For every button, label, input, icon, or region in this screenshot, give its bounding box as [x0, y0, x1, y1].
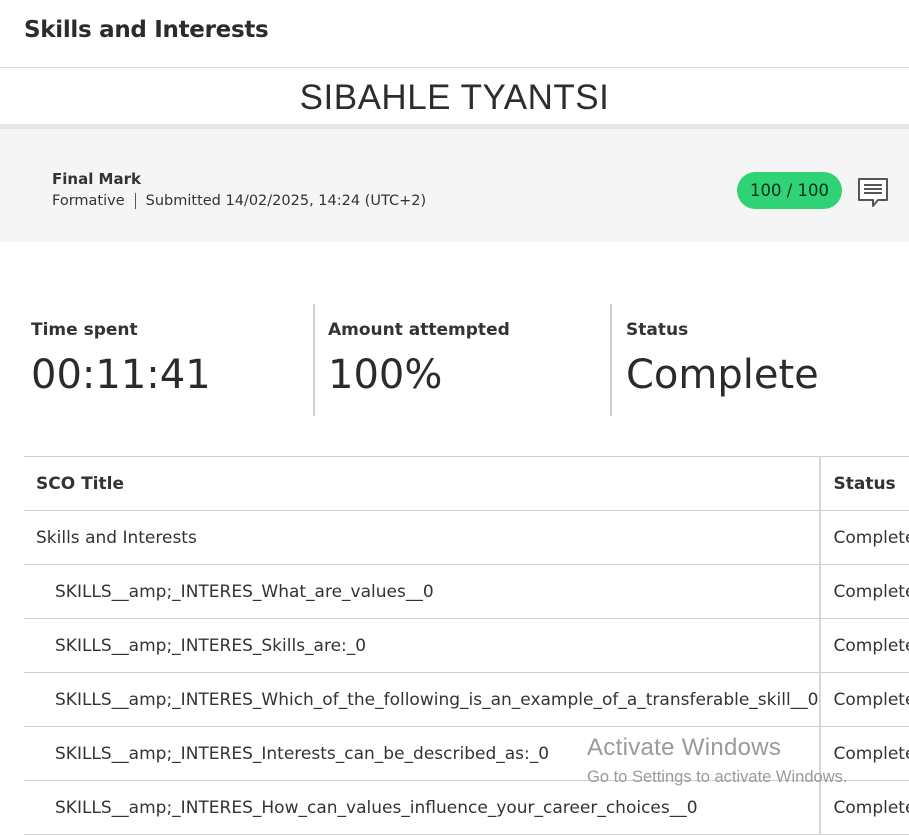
column-header-sco-title: SCO Title: [24, 456, 822, 511]
stat-value: Complete: [626, 352, 819, 398]
sco-title: SKILLS__amp;_INTERES_Which_of_the_follow…: [24, 672, 822, 727]
sco-title: SKILLS__amp;_INTERES_Interests_can_be_de…: [24, 726, 822, 781]
sco-status: Complete: [820, 780, 909, 835]
table-row: Skills and Interests Complete: [24, 510, 909, 565]
sco-status: Complete: [820, 510, 909, 565]
submitted-timestamp: Submitted 14/02/2025, 14:24 (UTC+2): [145, 193, 427, 209]
stat-label: Time spent: [31, 320, 138, 340]
sco-title: SKILLS__amp;_INTERES_How_can_values_infl…: [24, 780, 822, 835]
sco-title: SKILLS__amp;_INTERES_What_are_values__0: [24, 564, 822, 619]
sco-status: Complete: [820, 726, 909, 781]
header-bar: Skills and Interests: [0, 0, 909, 68]
stat-value: 00:11:41: [31, 352, 211, 398]
comment-button[interactable]: [856, 176, 890, 210]
table-row: SKILLS__amp;_INTERES_Skills_are:_0 Compl…: [24, 618, 909, 673]
submission-meta: Formative Submitted 14/02/2025, 14:24 (U…: [52, 193, 426, 209]
student-name: SIBAHLE TYANTSI: [299, 78, 610, 117]
sco-title: Skills and Interests: [24, 510, 822, 565]
sco-title: SKILLS__amp;_INTERES_Skills_are:_0: [24, 618, 822, 673]
student-header: SIBAHLE TYANTSI: [0, 68, 909, 125]
stat-divider: [313, 304, 315, 416]
stat-divider: [610, 304, 612, 416]
final-mark-label: Final Mark: [52, 170, 141, 188]
column-header-status: Status: [820, 456, 909, 511]
sco-status: Complete: [820, 618, 909, 673]
stat-value: 100%: [328, 352, 443, 398]
attempt-stats: Time spent 00:11:41 Amount attempted 100…: [0, 304, 909, 416]
sco-table: SCO Title Status Skills and Interests Co…: [24, 456, 909, 835]
assessment-type: Formative: [52, 193, 125, 209]
stat-label: Status: [626, 320, 689, 340]
table-row: SKILLS__amp;_INTERES_What_are_values__0 …: [24, 564, 909, 619]
table-row: SKILLS__amp;_INTERES_Interests_can_be_de…: [24, 726, 909, 781]
sco-status: Complete: [820, 564, 909, 619]
stat-label: Amount attempted: [328, 320, 510, 340]
table-header-row: SCO Title Status: [24, 456, 909, 511]
meta-divider: [134, 193, 136, 209]
sco-status: Complete: [820, 672, 909, 727]
score-badge: 100 / 100: [737, 172, 842, 209]
page-title: Skills and Interests: [24, 17, 269, 43]
grade-panel: Final Mark Formative Submitted 14/02/202…: [0, 124, 909, 242]
table-row: SKILLS__amp;_INTERES_How_can_values_infl…: [24, 780, 909, 835]
comment-icon: [858, 178, 888, 207]
table-row: SKILLS__amp;_INTERES_Which_of_the_follow…: [24, 672, 909, 727]
